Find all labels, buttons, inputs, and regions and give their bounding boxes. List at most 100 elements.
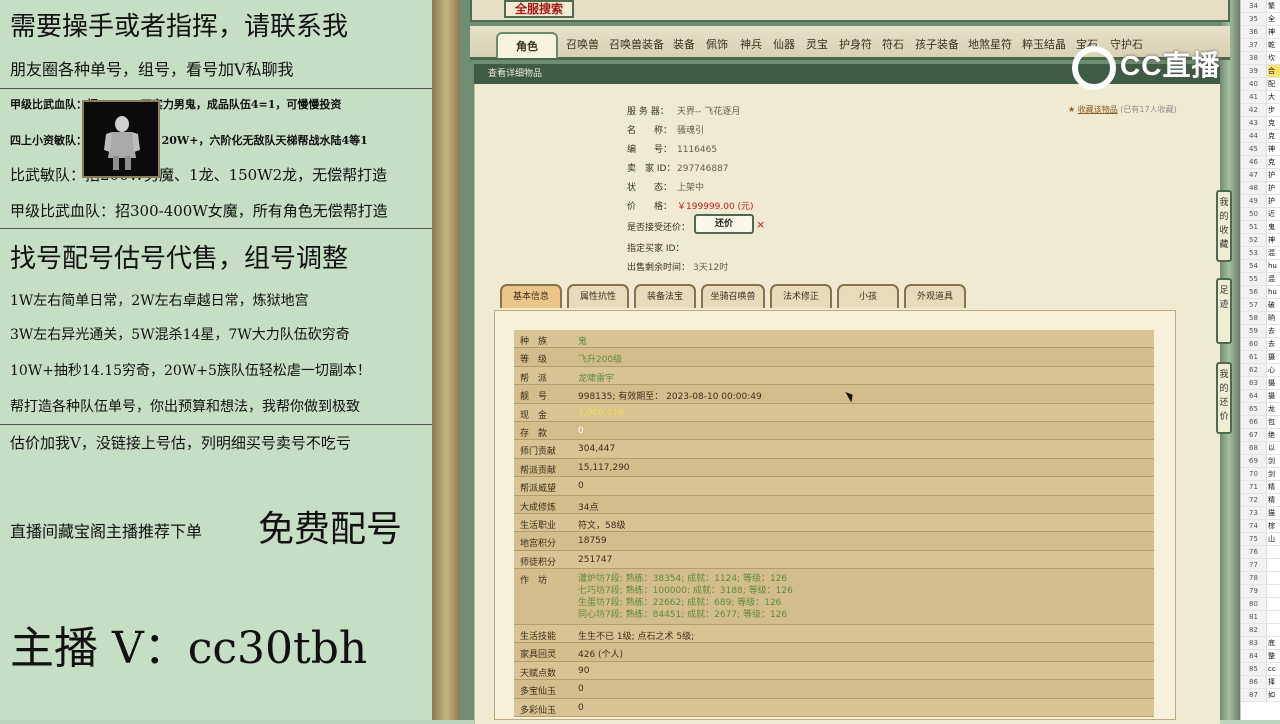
sheet-cell[interactable]: 剑: [1268, 455, 1280, 467]
sheet-row[interactable]: 80: [1241, 598, 1280, 611]
tab-lingbao[interactable]: 灵宝: [806, 32, 828, 58]
my-offers-button[interactable]: 我的还价: [1216, 362, 1232, 434]
sheet-cell[interactable]: 合: [1268, 65, 1280, 77]
sheet-row[interactable]: 54 hu: [1241, 260, 1280, 273]
sheet-row[interactable]: 52 神: [1241, 234, 1280, 247]
sheet-cell[interactable]: 底: [1268, 637, 1280, 649]
sheet-row[interactable]: 69 剑: [1241, 455, 1280, 468]
subtab-basic[interactable]: 基本信息: [500, 284, 562, 308]
sheet-row[interactable]: 63 摄: [1241, 377, 1280, 390]
sheet-row[interactable]: 73 猫: [1241, 507, 1280, 520]
sheet-cell[interactable]: 去: [1268, 325, 1280, 337]
sheet-cell[interactable]: hu: [1268, 286, 1280, 298]
sheet-row[interactable]: 62 心: [1241, 364, 1280, 377]
sheet-cell[interactable]: 去: [1268, 338, 1280, 350]
tab-pet-equip[interactable]: 召唤兽装备: [609, 32, 664, 58]
sheet-row[interactable]: 46 克: [1241, 156, 1280, 169]
sheet-cell[interactable]: 护: [1268, 195, 1280, 207]
sheet-cell[interactable]: 棕: [1268, 520, 1280, 532]
sheet-cell[interactable]: 以: [1268, 442, 1280, 454]
sheet-row[interactable]: 85 cc: [1241, 663, 1280, 676]
sheet-row[interactable]: 68 以: [1241, 442, 1280, 455]
sheet-cell[interactable]: 乾: [1268, 39, 1280, 51]
subtab-child[interactable]: 小孩: [837, 284, 899, 308]
tab-weapon[interactable]: 神兵: [740, 32, 762, 58]
sheet-row[interactable]: 43 克: [1241, 117, 1280, 130]
sheet-row[interactable]: 74 棕: [1241, 520, 1280, 533]
tab-child-equip[interactable]: 孩子装备: [915, 32, 959, 58]
sheet-row[interactable]: 76: [1241, 546, 1280, 559]
sheet-row[interactable]: 49 护: [1241, 195, 1280, 208]
sheet-cell[interactable]: 如: [1268, 689, 1280, 701]
sheet-row[interactable]: 75 山: [1241, 533, 1280, 546]
sheet-cell[interactable]: hu: [1268, 260, 1280, 272]
favorite-link[interactable]: ★ 收藏该物品 (已有17人收藏): [1068, 104, 1177, 115]
sheet-cell[interactable]: 坎: [1268, 52, 1280, 64]
tab-accessory[interactable]: 佩饰: [706, 32, 728, 58]
subtab-equip[interactable]: 装备法宝: [634, 284, 696, 308]
sheet-cell[interactable]: 摄: [1268, 377, 1280, 389]
sheet-cell[interactable]: 破: [1268, 299, 1280, 311]
sheet-row[interactable]: 78: [1241, 572, 1280, 585]
sheet-row[interactable]: 59 去: [1241, 325, 1280, 338]
sheet-row[interactable]: 81: [1241, 611, 1280, 624]
sheet-row[interactable]: 38 坎: [1241, 52, 1280, 65]
sheet-row[interactable]: 50 近: [1241, 208, 1280, 221]
sheet-row[interactable]: 84 整: [1241, 650, 1280, 663]
sheet-row[interactable]: 79: [1241, 585, 1280, 598]
subtab-spell[interactable]: 法术修正: [770, 284, 832, 308]
tab-star-rune[interactable]: 地煞星符: [968, 32, 1012, 58]
sheet-cell[interactable]: 全: [1268, 13, 1280, 25]
footprint-button[interactable]: 足迹: [1216, 278, 1232, 344]
sheet-row[interactable]: 39 合: [1241, 65, 1280, 78]
sheet-cell[interactable]: 摄: [1268, 390, 1280, 402]
sheet-row[interactable]: 87 如: [1241, 689, 1280, 702]
sheet-row[interactable]: 40 配: [1241, 78, 1280, 91]
sheet-cell[interactable]: 精: [1268, 494, 1280, 506]
sheet-cell[interactable]: 繁: [1268, 0, 1280, 12]
sheet-row[interactable]: 61 摄: [1241, 351, 1280, 364]
sheet-cell[interactable]: cc: [1268, 663, 1280, 675]
sheet-cell[interactable]: 精: [1268, 481, 1280, 493]
sheet-cell[interactable]: 克: [1268, 130, 1280, 142]
sheet-row[interactable]: 58 晌: [1241, 312, 1280, 325]
sheet-cell[interactable]: 近: [1268, 208, 1280, 220]
tab-jade[interactable]: 粹玉结晶: [1022, 32, 1066, 58]
sheet-cell[interactable]: 步: [1268, 104, 1280, 116]
subtab-mount[interactable]: 坐骑召唤兽: [701, 284, 765, 308]
sheet-row[interactable]: 35 全: [1241, 13, 1280, 26]
search-logo[interactable]: 全服搜索: [504, 0, 574, 18]
sheet-cell[interactable]: 神: [1268, 143, 1280, 155]
sheet-row[interactable]: 60 去: [1241, 338, 1280, 351]
sheet-row[interactable]: 45 神: [1241, 143, 1280, 156]
sheet-cell[interactable]: 混: [1268, 273, 1280, 285]
sheet-row[interactable]: 48 护: [1241, 182, 1280, 195]
subtab-appearance[interactable]: 外观道具: [904, 284, 966, 308]
sheet-row[interactable]: 66 包: [1241, 416, 1280, 429]
sheet-cell[interactable]: 神: [1268, 26, 1280, 38]
sheet-cell[interactable]: 克: [1268, 156, 1280, 168]
offer-button[interactable]: 还价: [694, 214, 754, 234]
sheet-row[interactable]: 65 龙: [1241, 403, 1280, 416]
sheet-row[interactable]: 70 剑: [1241, 468, 1280, 481]
sheet-cell[interactable]: 神: [1268, 234, 1280, 246]
sheet-row[interactable]: 71 精: [1241, 481, 1280, 494]
sheet-row[interactable]: 56 hu: [1241, 286, 1280, 299]
sheet-cell[interactable]: 心: [1268, 364, 1280, 376]
sheet-row[interactable]: 86 择: [1241, 676, 1280, 689]
sheet-row[interactable]: 44 克: [1241, 130, 1280, 143]
sheet-cell[interactable]: 包: [1268, 416, 1280, 428]
sheet-row[interactable]: 42 步: [1241, 104, 1280, 117]
sheet-row[interactable]: 64 摄: [1241, 390, 1280, 403]
sheet-row[interactable]: 83 底: [1241, 637, 1280, 650]
sheet-row[interactable]: 82: [1241, 624, 1280, 637]
sheet-cell[interactable]: 择: [1268, 676, 1280, 688]
sheet-cell[interactable]: 龙: [1268, 403, 1280, 415]
sheet-cell[interactable]: 护: [1268, 169, 1280, 181]
sheet-cell[interactable]: 山: [1268, 533, 1280, 545]
sheet-cell[interactable]: 整: [1268, 650, 1280, 662]
sheet-row[interactable]: 37 乾: [1241, 39, 1280, 52]
sheet-cell[interactable]: 猫: [1268, 507, 1280, 519]
sheet-row[interactable]: 51 鬼: [1241, 221, 1280, 234]
tab-role[interactable]: 角色: [496, 32, 558, 58]
